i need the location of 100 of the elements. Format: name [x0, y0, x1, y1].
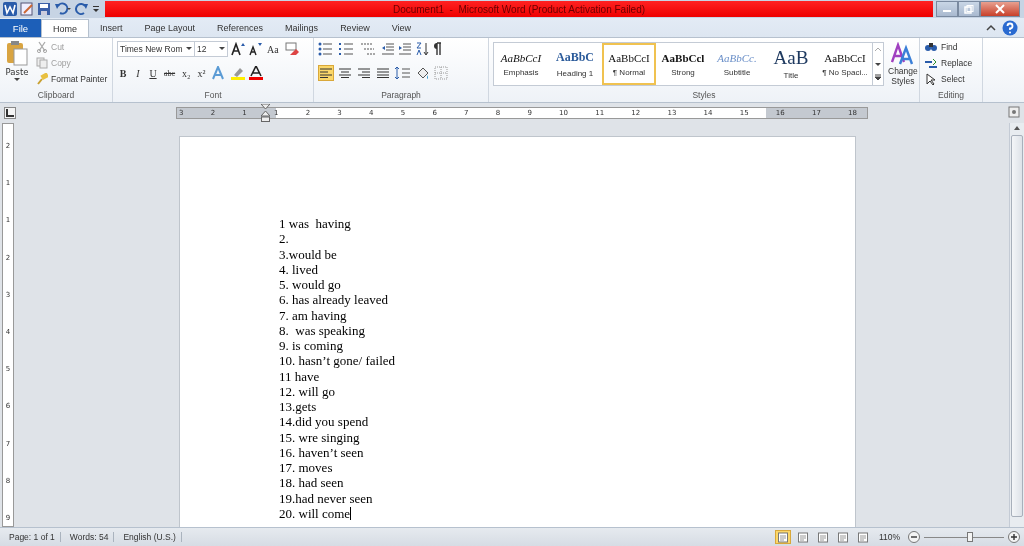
ribbon-tab[interactable]: Mailings [274, 19, 330, 37]
file-tab[interactable]: File [0, 19, 41, 37]
paste-button[interactable]: Paste [4, 40, 30, 90]
group-label: Paragraph [380, 90, 422, 102]
letters-a-icon [890, 42, 915, 66]
line-spacing-icon[interactable] [394, 66, 412, 80]
gallery-scrollbar[interactable] [872, 43, 883, 85]
document-line: 19.had never seen [279, 490, 374, 506]
ribbon-tab[interactable]: Home [41, 19, 89, 37]
page-view-icon [856, 531, 869, 543]
group-label: Font [203, 90, 223, 102]
page-count[interactable]: Page: 1 of 1 [4, 532, 61, 542]
zoom-in-icon[interactable] [1008, 531, 1020, 543]
language-indicator[interactable]: English (U.S.) [118, 532, 182, 542]
zoom-slider[interactable] [924, 531, 1004, 543]
dropdown-arrow-icon [14, 78, 20, 82]
word-count[interactable]: Words: 54 [64, 532, 115, 542]
style-item[interactable]: AaBbCc. Subtitle [710, 43, 764, 85]
save-icon[interactable] [37, 2, 51, 16]
minimize-ribbon-icon[interactable] [986, 23, 996, 32]
undo-icon[interactable] [54, 2, 72, 16]
minimize-button[interactable] [936, 1, 958, 17]
copy-icon [36, 57, 48, 69]
indent-marker-icon[interactable] [261, 104, 270, 122]
ribbon-tab[interactable]: References [206, 19, 275, 37]
multilevel-list-icon[interactable] [360, 42, 378, 56]
ribbon-tab[interactable]: View [380, 19, 422, 37]
editing-button[interactable]: Replace [924, 56, 978, 70]
ribbon-tab[interactable]: Review [329, 19, 381, 37]
ribbon-tab[interactable]: Insert [89, 19, 134, 37]
help-icon[interactable] [1002, 19, 1018, 36]
restore-button[interactable] [958, 1, 980, 17]
shrink-font-icon[interactable] [248, 42, 262, 56]
zoom-out-icon[interactable] [908, 531, 920, 543]
decrease-indent-icon[interactable] [381, 42, 395, 56]
style-item[interactable]: AaBbCcI ¶ No Spaci... [818, 43, 872, 85]
zoom-level[interactable]: 110% [878, 532, 900, 542]
document-line: 3.would be [279, 246, 338, 262]
shading-icon[interactable] [415, 66, 431, 80]
close-button[interactable] [980, 1, 1020, 17]
redo-icon[interactable] [75, 2, 89, 16]
font-name-field[interactable]: Times New Rom [117, 41, 195, 57]
document-line: 4. lived [279, 261, 319, 277]
style-item[interactable]: AaBbCcI ¶ Normal [602, 43, 656, 85]
document-line: 12. will go [279, 383, 336, 399]
edit-icon[interactable] [20, 2, 34, 16]
page-view-icon [816, 531, 829, 543]
ribbon-tab[interactable]: Page Layout [133, 19, 207, 37]
align-button[interactable] [375, 65, 391, 81]
change-case-button[interactable]: Aa [265, 43, 281, 55]
ruler-toggle-icon [1008, 106, 1020, 118]
zoom-slider-thumb[interactable] [967, 532, 974, 542]
sort-icon[interactable] [415, 42, 429, 56]
view-ruler-button[interactable] [1008, 106, 1020, 120]
editing-button[interactable]: Select [924, 72, 978, 86]
restore-icon [964, 4, 974, 14]
document-line: 6. has already leaved [279, 292, 389, 308]
scissors-icon [36, 41, 48, 53]
format-button[interactable]: B [117, 67, 129, 79]
format-button[interactable]: x₂ [180, 67, 193, 79]
editing-button[interactable]: Find [924, 40, 978, 54]
align-button[interactable] [356, 65, 372, 81]
align-icon [339, 68, 351, 78]
grow-font-icon[interactable] [231, 42, 245, 56]
word-logo-icon[interactable] [3, 2, 17, 16]
text-effects-icon[interactable] [210, 66, 227, 80]
clear-formatting-icon[interactable] [283, 42, 300, 56]
tab-stop-icon [6, 109, 14, 117]
style-item[interactable]: AaB Title [764, 43, 818, 85]
dropdown-arrow-icon [219, 47, 225, 51]
vertical-scrollbar[interactable] [1009, 123, 1024, 527]
align-button[interactable] [337, 65, 353, 81]
page-view-icon [836, 531, 849, 543]
style-item[interactable]: AaBbCcl Strong [656, 43, 710, 85]
clipboard-button[interactable]: Format Painter [36, 72, 108, 86]
align-button[interactable] [318, 65, 334, 81]
font-size-field[interactable]: 12 [194, 41, 228, 57]
document-line: 7. am having [279, 307, 348, 323]
document-line: 20. will come [279, 505, 353, 521]
format-button[interactable]: U [147, 67, 159, 79]
pilcrow-icon[interactable] [432, 42, 442, 56]
scroll-up-icon[interactable] [1013, 125, 1021, 131]
clipboard-icon [6, 40, 28, 66]
replace-icon [924, 57, 938, 69]
format-button[interactable]: I [132, 67, 144, 79]
group-label: Editing [937, 90, 965, 102]
align-icon [358, 68, 370, 78]
document-line: 13.gets [279, 399, 318, 415]
document-line: 8. was speaking [279, 322, 366, 338]
format-button[interactable]: abc [162, 68, 178, 78]
view-mode-button[interactable] [774, 530, 791, 544]
format-button[interactable]: x² [195, 67, 208, 79]
tab-selector-button[interactable] [4, 107, 16, 119]
style-item[interactable]: AaBbC Heading 1 [548, 43, 602, 85]
group-label: Clipboard [36, 90, 76, 102]
style-item[interactable]: AaBbCcI Emphasis [494, 43, 548, 85]
change-styles-button[interactable]: Change Styles [888, 42, 918, 90]
cursor-icon [924, 73, 938, 85]
font-color-icon[interactable] [248, 66, 263, 80]
increase-indent-icon[interactable] [398, 42, 412, 56]
